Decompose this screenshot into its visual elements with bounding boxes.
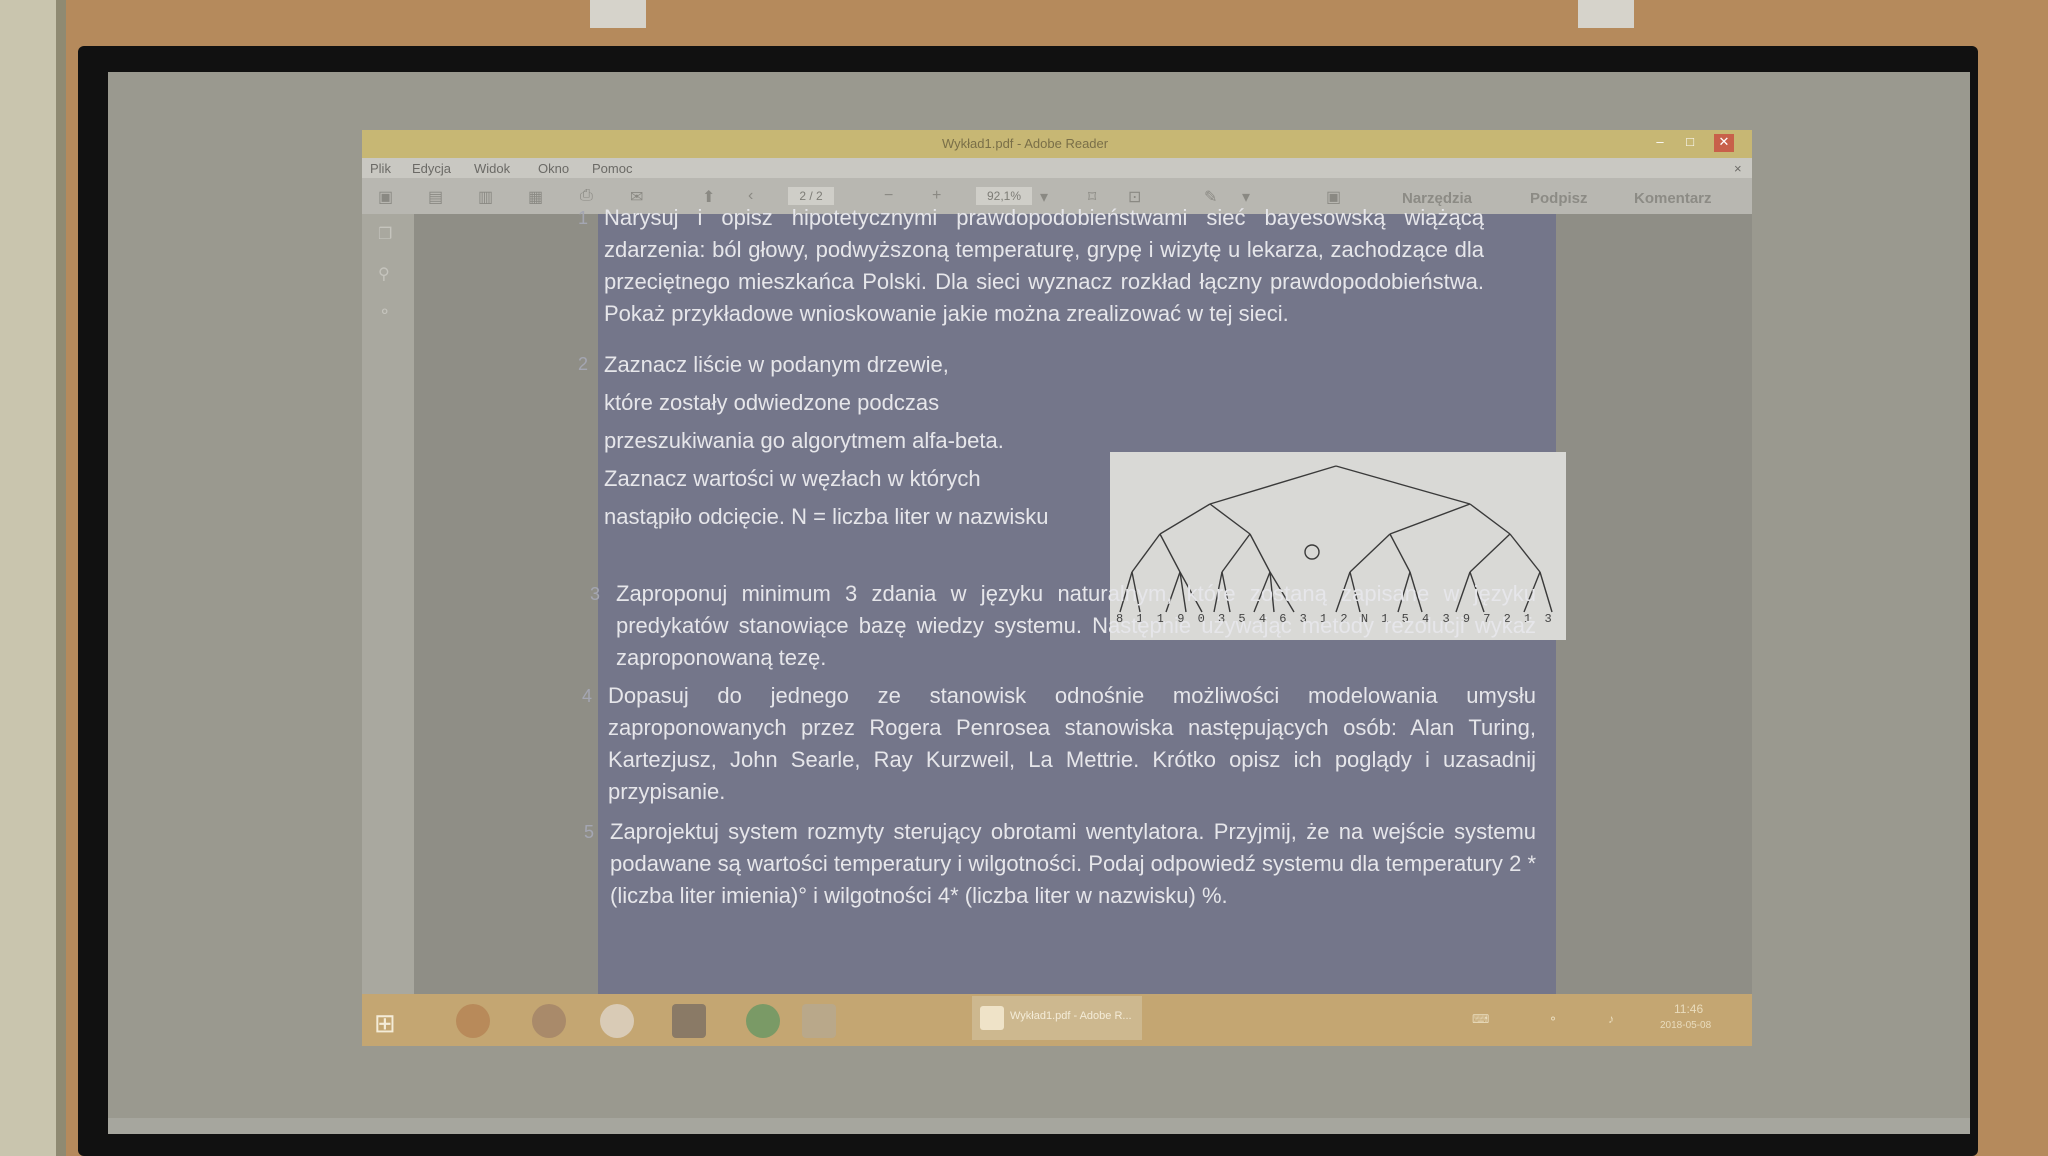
taskbar-app-label: Wykład1.pdf - Adobe R...: [1010, 1010, 1132, 1022]
clock-date[interactable]: 2018-05-08: [1660, 1020, 1711, 1031]
task-number: 2: [578, 354, 589, 374]
screen-clip: [590, 0, 646, 28]
task-1: 1 Narysuj i opisz hipotetycznymi prawdop…: [578, 202, 1484, 330]
windows-taskbar: ⊞ Wykład1.pdf - Adobe R... ⌨ ⚬ ♪ 11:46 2…: [362, 994, 1752, 1046]
windows-start-icon[interactable]: ⊞: [374, 1008, 396, 1039]
menu-window[interactable]: Okno: [538, 161, 569, 176]
create-icon[interactable]: ▣: [378, 187, 393, 207]
window-titlebar: Wykład1.pdf - Adobe Reader – □ ✕: [362, 130, 1752, 158]
menu-bar: Plik Edycja Widok Okno Pomoc ×: [362, 158, 1752, 178]
task-text: Dopasuj do jednego ze stanowisk odnośnie…: [608, 683, 1536, 804]
sign-button[interactable]: Podpisz: [1530, 190, 1588, 207]
task-number: 5: [584, 822, 595, 842]
document-page: 1 Narysuj i opisz hipotetycznymi prawdop…: [578, 205, 1566, 994]
task-text-line: nastąpiło odcięcie. N = liczba liter w n…: [604, 504, 1049, 529]
pdf-icon: [980, 1006, 1004, 1030]
menu-edit[interactable]: Edycja: [412, 161, 451, 176]
task-number: 4: [582, 686, 593, 706]
firefox-icon[interactable]: [532, 1004, 566, 1038]
menu-file[interactable]: Plik: [370, 161, 391, 176]
task-text-line: Zaznacz liście w podanym drzewie,: [604, 352, 949, 377]
page-thumbnails-icon[interactable]: ❐: [378, 224, 398, 244]
bookmarks-icon[interactable]: ⚲: [378, 264, 398, 284]
task-number: 3: [590, 584, 601, 604]
task-5: 5 Zaprojektuj system rozmyty sterujący o…: [584, 816, 1536, 912]
browser-icon[interactable]: [600, 1004, 634, 1038]
close-document-icon[interactable]: ×: [1734, 161, 1742, 176]
menu-view[interactable]: Widok: [474, 161, 510, 176]
save-icon[interactable]: ▥: [478, 187, 493, 207]
open-icon[interactable]: ▤: [428, 187, 443, 207]
minimize-button[interactable]: –: [1650, 134, 1670, 152]
task-text: Zaprojektuj system rozmyty sterujący obr…: [610, 819, 1536, 908]
menu-help[interactable]: Pomoc: [592, 161, 632, 176]
wall-trim: [56, 0, 66, 1156]
keyboard-icon[interactable]: ⌨: [1472, 1012, 1489, 1026]
task-3: 3 Zaproponuj minimum 3 zdania w języku n…: [590, 578, 1536, 674]
maximize-button[interactable]: □: [1680, 134, 1700, 152]
wall: [0, 0, 62, 1156]
task-text: Narysuj i opisz hipotetycznymi prawdopod…: [604, 205, 1484, 326]
screen-clip: [1578, 0, 1634, 28]
pdf-reader-window: Wykład1.pdf - Adobe Reader – □ ✕ Plik Ed…: [362, 130, 1752, 1046]
chrome-icon[interactable]: [456, 1004, 490, 1038]
comment-button[interactable]: Komentarz: [1634, 190, 1712, 207]
task-4: 4 Dopasuj do jednego ze stanowisk odnośn…: [582, 680, 1536, 808]
upload-icon[interactable]: ▦: [528, 187, 543, 207]
volume-icon[interactable]: ♪: [1608, 1012, 1614, 1026]
navigation-pane: ❐ ⚲ ⚬: [362, 214, 414, 994]
app-icon[interactable]: [672, 1004, 706, 1038]
task-number: 1: [578, 208, 589, 228]
app-icon[interactable]: [746, 1004, 780, 1038]
attachments-icon[interactable]: ⚬: [378, 302, 398, 322]
task-text: Zaproponuj minimum 3 zdania w języku nat…: [616, 581, 1536, 670]
window-title: Wykład1.pdf - Adobe Reader: [942, 136, 1109, 151]
close-button[interactable]: ✕: [1714, 134, 1734, 152]
clock-time[interactable]: 11:46: [1674, 1002, 1703, 1016]
task-text-line: Zaznacz wartości w węzłach w których: [604, 466, 981, 491]
taskbar-app-adobe-reader[interactable]: Wykład1.pdf - Adobe R...: [972, 996, 1142, 1040]
task-text-line: które zostały odwiedzone podczas: [604, 390, 940, 415]
network-icon[interactable]: ⚬: [1548, 1012, 1558, 1026]
folder-icon[interactable]: [802, 1004, 836, 1038]
task-text-line: przeszukiwania go algorytmem alfa-beta.: [604, 428, 1004, 453]
screen-bottom-edge: [108, 1118, 1970, 1134]
